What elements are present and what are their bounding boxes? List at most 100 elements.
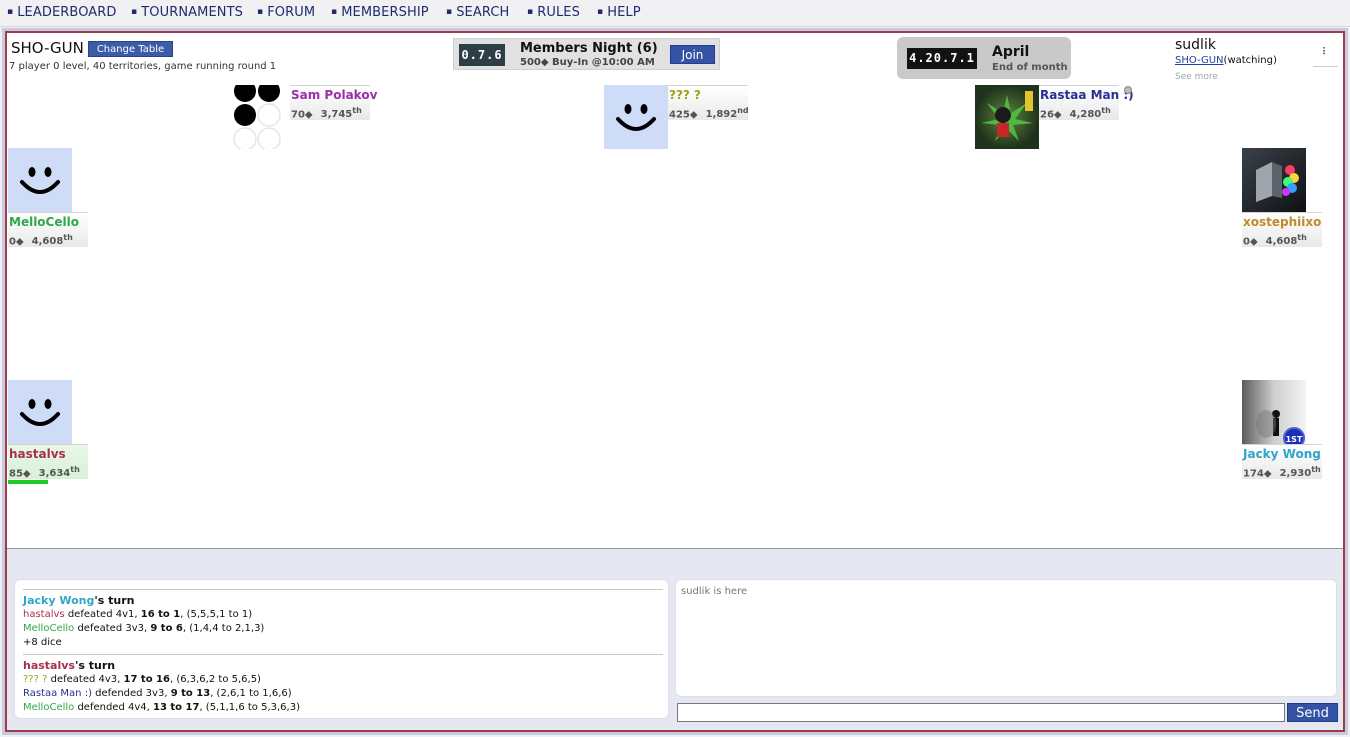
nav-tournaments[interactable]: ▪ TOURNAMENTS [131, 5, 243, 20]
log-line: MelloCello defended 4v4, 13 to 17, (5,1,… [23, 702, 300, 713]
nav-membership[interactable]: ▪ MEMBERSHIP [331, 5, 429, 20]
log-player[interactable]: MelloCello [23, 702, 74, 713]
tournament-buyin: 500◆ Buy-In @10:00 AM [520, 57, 655, 68]
player-name[interactable]: Jacky Wong [1243, 447, 1321, 461]
log-action: defeated 3v3, [74, 623, 151, 634]
room-link[interactable]: SHO-GUN [1175, 55, 1224, 66]
tournament-name[interactable]: Members Night (6) [520, 41, 658, 56]
status-dot-icon [1124, 86, 1132, 94]
log-turn-header: Jacky Wong's turn [23, 594, 134, 607]
player-rank-suffix: nd [737, 106, 749, 115]
nav-label: MEMBERSHIP [341, 5, 429, 20]
player-rank-suffix: th [70, 465, 80, 474]
game-log: Jacky Wong's turn hastalvs defeated 4v1,… [14, 579, 669, 719]
player-rank: 2,930 [1279, 468, 1312, 480]
bullet-icon: ▪ [131, 7, 138, 17]
user-room: SHO-GUN(watching) [1175, 55, 1277, 66]
log-action: defended 4v4, [74, 702, 153, 713]
nav-label: TOURNAMENTS [141, 5, 243, 20]
see-more-link[interactable]: See more [1175, 72, 1218, 82]
nav-help[interactable]: ▪ HELP [597, 5, 641, 20]
player-stats: 26◆ 4,280th [1040, 106, 1111, 120]
chat-panel: sudlik is here [675, 579, 1337, 697]
log-player[interactable]: MelloCello [23, 623, 74, 634]
nav-leaderboard[interactable]: ▪ LEADERBOARD [7, 5, 117, 20]
log-action: defeated 4v1, [64, 609, 141, 620]
log-rest: , (2,6,1 to 1,6,6) [210, 688, 292, 699]
circles-icon[interactable] [231, 85, 295, 149]
nav-label: HELP [607, 5, 641, 20]
player-name[interactable]: hastalvs [9, 447, 66, 461]
log-player[interactable]: ??? ? [23, 674, 47, 685]
log-score: 9 to 13 [170, 688, 211, 699]
monthly-countdown: 4.20.7.1 [907, 48, 977, 69]
nav-forum[interactable]: ▪ FORUM [257, 5, 315, 20]
game-title: SHO-GUN [11, 39, 84, 57]
bullet-icon: ▪ [257, 7, 264, 17]
smiley-icon[interactable] [8, 148, 72, 212]
player-name[interactable]: Sam Polakov [291, 88, 377, 102]
player-tag: hastalvs 85◆ 3,634th [8, 444, 88, 479]
nav-label: SEARCH [456, 5, 510, 20]
log-score: 17 to 16 [123, 674, 170, 685]
smiley-icon[interactable] [604, 85, 668, 149]
log-line: MelloCello defeated 3v3, 9 to 6, (1,4,4 … [23, 623, 264, 634]
log-line: +8 dice [23, 637, 62, 648]
player-rank: 3,745 [320, 109, 353, 121]
monthly-name[interactable]: April [992, 44, 1029, 60]
player-stats: 0◆ 4,608th [9, 233, 73, 247]
game-board: SHO-GUN Change Table 7 player 0 level, 4… [7, 33, 1343, 549]
player-rank-suffix: th [1311, 465, 1321, 474]
player-rank: 4,608 [1265, 236, 1298, 248]
player-stats: 425◆ 1,892nd [669, 106, 749, 120]
player-rank: 4,608 [31, 236, 64, 248]
chat-input[interactable] [677, 703, 1285, 722]
game-info: 7 player 0 level, 40 territories, game r… [9, 61, 277, 72]
menu-icon[interactable]: ⠇ [1313, 47, 1338, 67]
send-button[interactable]: Send [1287, 703, 1338, 722]
rasta-avatar-icon[interactable] [975, 85, 1039, 149]
bullet-icon: ▪ [527, 7, 534, 17]
lamp-avatar-icon[interactable] [1242, 148, 1306, 212]
nav-label: LEADERBOARD [17, 5, 117, 20]
log-turn-suffix: 's turn [74, 659, 116, 672]
player-chips: 425◆ [669, 109, 698, 121]
log-turn-suffix: 's turn [94, 594, 135, 607]
player-tag: Rastaa Man :) 26◆ 4,280th [1039, 85, 1134, 120]
player-rank: 4,280 [1069, 109, 1102, 121]
player-chips: 0◆ [9, 236, 24, 248]
player-stats: 0◆ 4,608th [1243, 233, 1307, 247]
smiley-icon[interactable] [8, 380, 72, 444]
nav-label: RULES [537, 5, 580, 20]
player-rank-suffix: th [1297, 233, 1307, 242]
log-score: 13 to 17 [152, 702, 200, 713]
player-rank: 3,634 [38, 468, 71, 480]
nav-rules[interactable]: ▪ RULES [527, 5, 580, 20]
log-turn-player[interactable]: Jacky Wong [23, 594, 94, 607]
player-name[interactable]: Rastaa Man :) [1040, 88, 1134, 102]
log-action: defended 3v3, [91, 688, 171, 699]
player-tag: xostephiixo 0◆ 4,608th [1242, 212, 1322, 247]
join-button[interactable]: Join [670, 45, 715, 64]
nav-search[interactable]: ▪ SEARCH [446, 5, 509, 20]
change-table-button[interactable]: Change Table [88, 41, 173, 57]
player-chips: 26◆ [1040, 109, 1062, 121]
player-tag: ??? ? 425◆ 1,892nd [668, 85, 749, 120]
log-turn-player[interactable]: hastalvs [23, 659, 75, 672]
monthly-subtitle: End of month [992, 62, 1068, 73]
user-name[interactable]: sudlik [1175, 37, 1216, 53]
log-action: defeated 4v3, [47, 674, 124, 685]
player-name[interactable]: xostephiixo [1243, 215, 1321, 229]
log-player[interactable]: Rastaa Man :) [23, 688, 92, 699]
hp-bar [8, 480, 48, 484]
log-player[interactable]: hastalvs [23, 609, 65, 620]
log-rest: , (5,5,5,1 to 1) [180, 609, 253, 620]
player-stats: 70◆ 3,745th [291, 106, 362, 120]
player-rank: 1,892 [705, 109, 738, 121]
player-rank-suffix: th [352, 106, 362, 115]
log-score: 16 to 1 [140, 609, 181, 620]
tournament-box: 0.7.6 Members Night (6) 500◆ Buy-In @10:… [453, 38, 720, 70]
player-name[interactable]: ??? ? [669, 88, 701, 102]
player-stats: 85◆ 3,634th [9, 465, 80, 479]
player-name[interactable]: MelloCello [9, 215, 79, 229]
